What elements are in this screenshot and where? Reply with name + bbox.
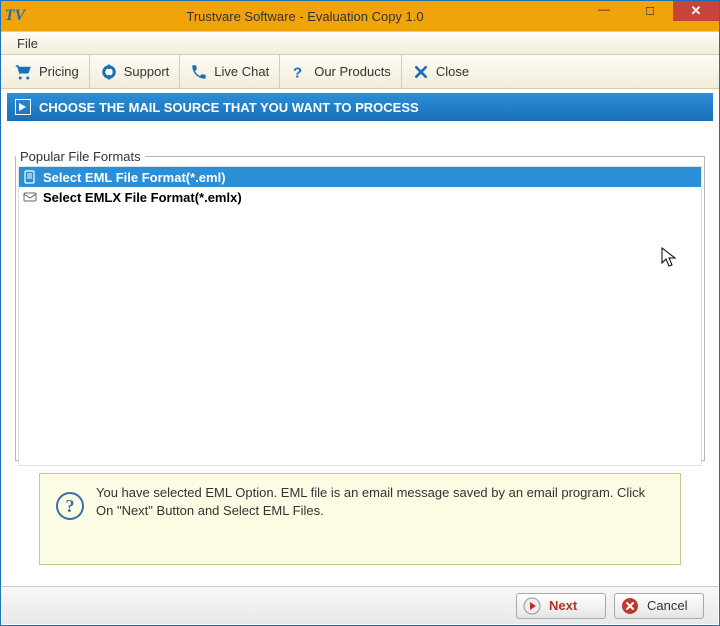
toolbar-close-button[interactable]: Close [402,55,479,88]
section-header-text: CHOOSE THE MAIL SOURCE THAT YOU WANT TO … [39,100,419,115]
cancel-button[interactable]: Cancel [614,593,704,619]
toolbar-pricing-button[interactable]: Pricing [5,55,90,88]
window-close-button[interactable] [673,1,719,21]
format-item-label: Select EML File Format(*.eml) [43,170,226,185]
format-item-label: Select EMLX File Format(*.emlx) [43,190,242,205]
phone-icon [190,63,208,81]
menu-bar: File [1,31,719,55]
format-item-emlx[interactable]: Select EMLX File Format(*.emlx) [19,187,701,207]
toolbar-close-label: Close [436,64,469,79]
formats-legend: Popular File Formats [16,149,145,164]
next-button[interactable]: Next [516,593,606,619]
toolbar-support-label: Support [124,64,170,79]
section-header: CHOOSE THE MAIL SOURCE THAT YOU WANT TO … [7,93,713,121]
cancel-button-label: Cancel [647,598,687,613]
toolbar-livechat-button[interactable]: Live Chat [180,55,280,88]
toolbar-pricing-label: Pricing [39,64,79,79]
minimize-button[interactable] [581,1,627,21]
maximize-button[interactable] [627,1,673,21]
title-bar: TV Trustvare Software - Evaluation Copy … [1,1,719,31]
main-content: Popular File Formats Select EML File For… [1,125,719,461]
next-button-label: Next [549,598,577,613]
info-question-icon: ? [56,492,84,520]
app-window: TV Trustvare Software - Evaluation Copy … [0,0,720,626]
formats-fieldset: Popular File Formats Select EML File For… [15,149,705,461]
footer-bar: Next Cancel [2,586,718,624]
info-wrap: ? You have selected EML Option. EML file… [1,461,719,565]
info-text: You have selected EML Option. EML file i… [96,482,664,519]
play-circle-icon [523,597,541,615]
arrow-right-box-icon [15,99,31,115]
toolbar-livechat-label: Live Chat [214,64,269,79]
toolbar-products-label: Our Products [314,64,391,79]
app-logo: TV [1,1,29,31]
info-box: ? You have selected EML Option. EML file… [39,473,681,565]
headset-icon [100,63,118,81]
window-title: Trustvare Software - Evaluation Copy 1.0 [29,1,581,31]
close-icon [412,63,430,81]
toolbar-support-button[interactable]: Support [90,55,181,88]
menu-file[interactable]: File [9,34,46,53]
cancel-circle-icon [621,597,639,615]
toolbar-products-button[interactable]: ? Our Products [280,55,402,88]
envelope-icon [23,190,37,204]
toolbar: Pricing Support Live Chat ? Our Products… [1,55,719,89]
formats-list[interactable]: Select EML File Format(*.eml) Select EML… [18,166,702,466]
file-icon [23,170,37,184]
cart-icon [15,63,33,81]
window-controls [581,1,719,31]
question-icon: ? [290,63,308,81]
format-item-eml[interactable]: Select EML File Format(*.eml) [19,167,701,187]
svg-text:?: ? [293,64,302,81]
